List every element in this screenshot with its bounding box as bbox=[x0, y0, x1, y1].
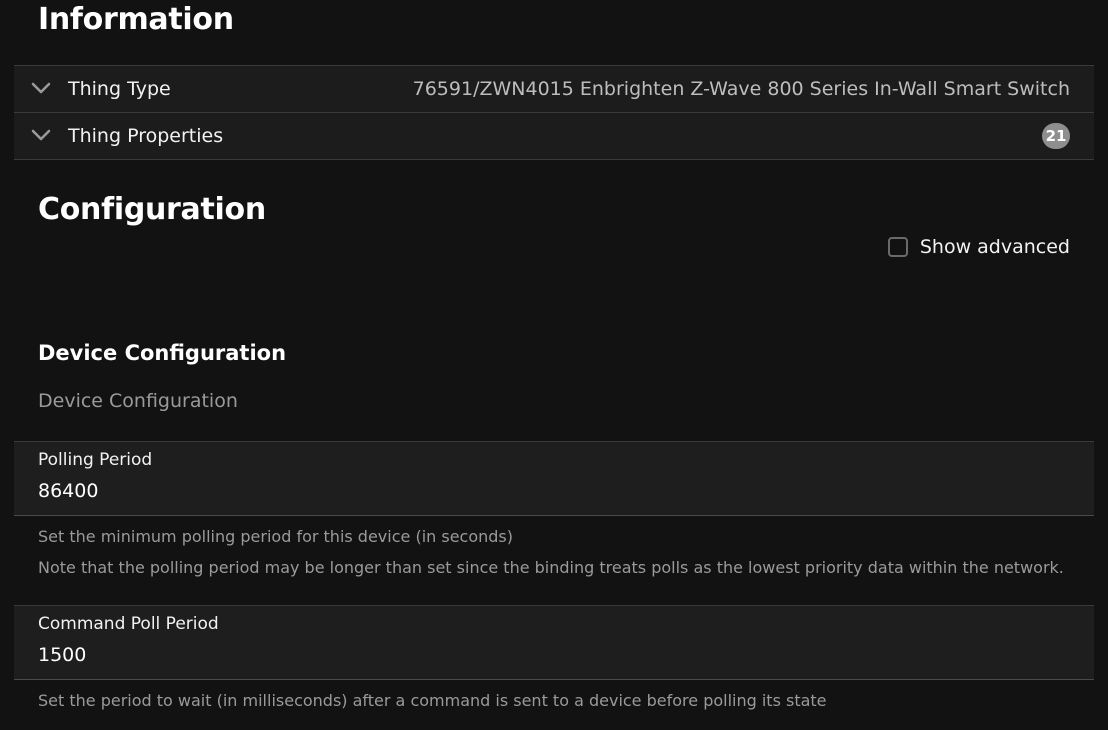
chevron-down-icon bbox=[31, 129, 51, 141]
command-poll-period-field[interactable]: Command Poll Period bbox=[14, 605, 1094, 680]
device-configuration-description: Device Configuration bbox=[38, 390, 238, 412]
properties-count-badge: 21 bbox=[1042, 123, 1070, 149]
polling-period-input[interactable] bbox=[38, 480, 938, 502]
thing-type-value: 76591/ZWN4015 Enbrighten Z-Wave 800 Seri… bbox=[412, 78, 1070, 100]
show-advanced-toggle[interactable]: Show advanced bbox=[887, 236, 1070, 258]
polling-period-help-1: Set the minimum polling period for this … bbox=[38, 527, 513, 546]
polling-period-label: Polling Period bbox=[38, 450, 153, 470]
command-poll-period-help: Set the period to wait (in milliseconds)… bbox=[38, 691, 827, 710]
thing-type-row[interactable]: Thing Type 76591/ZWN4015 Enbrighten Z-Wa… bbox=[14, 66, 1094, 112]
polling-period-field[interactable]: Polling Period bbox=[14, 441, 1094, 516]
thing-type-label: Thing Type bbox=[68, 78, 171, 100]
command-poll-period-label: Command Poll Period bbox=[38, 614, 219, 634]
show-advanced-checkbox[interactable] bbox=[887, 237, 908, 257]
thing-properties-row[interactable]: Thing Properties 21 bbox=[14, 112, 1094, 159]
polling-period-help-2: Note that the polling period may be long… bbox=[38, 558, 1064, 577]
chevron-down-icon bbox=[31, 82, 51, 94]
information-heading: Information bbox=[38, 2, 234, 37]
thing-properties-label: Thing Properties bbox=[68, 125, 224, 147]
command-poll-period-input[interactable] bbox=[38, 644, 938, 666]
show-advanced-label: Show advanced bbox=[919, 236, 1070, 258]
thing-page: Information Thing Type 76591/ZWN4015 Enb… bbox=[0, 0, 1108, 730]
device-configuration-title: Device Configuration bbox=[38, 341, 287, 365]
configuration-heading: Configuration bbox=[38, 192, 266, 227]
information-list: Thing Type 76591/ZWN4015 Enbrighten Z-Wa… bbox=[14, 65, 1094, 160]
